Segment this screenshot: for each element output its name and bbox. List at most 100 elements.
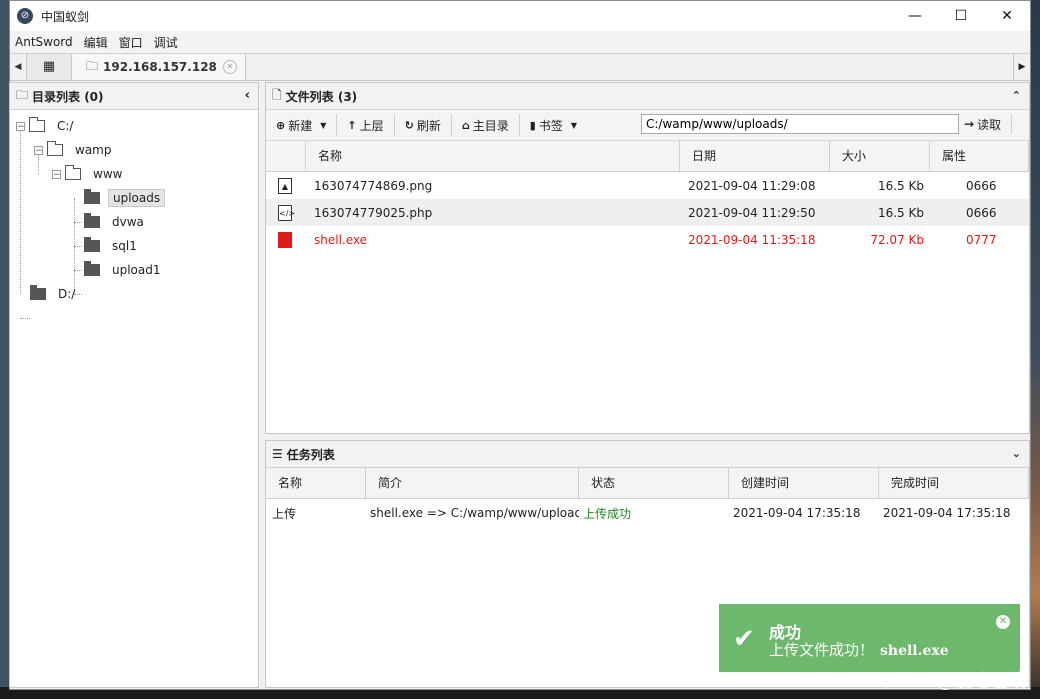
file-date: 2021-09-04 11:35:18 [688,232,816,247]
folder-icon: 🗀 [86,58,99,73]
refresh-button[interactable]: ↻ 刷新 [395,114,452,136]
checkmark-icon: ✔ [733,624,755,654]
file-date: 2021-09-04 11:29:08 [688,178,816,193]
task-name: 上传 [272,506,297,521]
tree-item-label: sql1 [112,239,137,253]
window-title: 中国蚁剑 [41,9,90,24]
toast-message-text: 上传文件成功！ [769,641,875,659]
task-col-name[interactable]: 名称 [266,468,366,498]
file-size: 16.5 Kb [877,205,924,220]
read-button-label: 读取 [977,117,1002,132]
file-col-date[interactable]: 日期 [680,141,830,171]
file-panel: 🗋 文件列表 (3) ⌃ ⊕ 新建 ▼ ↑ 上层 ↻ 刷新 ⌂ 主目录 ▮ 书签… [265,82,1030,434]
file-size: 16.5 Kb [877,178,924,193]
read-button[interactable]: → 读取 [954,114,1013,134]
tree-item-wamp[interactable]: − wamp [34,140,115,160]
tree-item-label: www [93,167,123,181]
refresh-button-label: 刷新 [416,118,441,133]
file-toolbar: ⊕ 新建 ▼ ↑ 上层 ↻ 刷新 ⌂ 主目录 ▮ 书签 ▼ → 读取 [266,110,1029,141]
tree-connector [74,270,82,271]
code-file-icon: </> [278,204,295,221]
up-button[interactable]: ↑ 上层 [337,114,395,136]
collapse-down-icon[interactable]: ⌄ [1012,441,1021,467]
folder-icon [84,237,100,252]
folder-open-icon [29,117,45,132]
tree-item-uploads[interactable]: uploads [84,188,166,208]
task-status: 上传成功 [583,506,632,521]
directory-panel-header: 🗀 目录列表 (0) ‹ [10,83,258,110]
tree-connector [74,222,82,223]
collapse-up-icon[interactable]: ⌃ [1012,83,1021,109]
tab-close-icon[interactable]: ✕ [222,60,237,74]
menu-window[interactable]: 窗口 [114,34,149,51]
collapse-toggle-icon[interactable]: − [16,121,25,131]
title-bar[interactable]: ⊘ 中国蚁剑 — ☐ ✕ [10,1,1030,31]
up-button-label: 上层 [359,118,384,133]
tree-item-d[interactable]: D:/ [30,284,79,304]
folder-icon [30,285,46,300]
tree-item-www[interactable]: − www [52,164,126,184]
file-col-size[interactable]: 大小 [830,141,930,171]
tree-item-upload1[interactable]: upload1 [84,260,165,280]
success-toast: ✔ 成功 上传文件成功！ shell.exe ✕ [719,604,1020,672]
toast-close-icon[interactable]: ✕ [996,615,1010,629]
tab-scroll-left-icon[interactable]: ◀ [10,54,26,80]
collapse-toggle-icon[interactable]: − [52,169,61,179]
directory-panel-title: 目录列表 (0) [32,89,104,104]
file-date: 2021-09-04 11:29:50 [688,205,816,220]
file-row[interactable]: </> 163074779025.php 2021-09-04 11:29:50… [266,199,1029,226]
bookmark-button[interactable]: ▮ 书签 ▼ [520,114,587,136]
tree-item-label: upload1 [112,263,161,277]
collapse-left-icon[interactable]: ‹ [245,83,250,109]
tree-item-c[interactable]: − C:/ [16,116,77,136]
close-window-button[interactable]: ✕ [984,1,1030,31]
file-name: shell.exe [314,232,368,247]
maximize-button[interactable]: ☐ [938,1,984,31]
task-grid-header: 名称 简介 状态 创建时间 完成时间 [266,468,1029,499]
new-button-label: 新建 [288,118,313,133]
file-name: 163074774869.png [314,178,433,193]
task-col-status[interactable]: 状态 [579,468,729,498]
home-button-label: 主目录 [472,118,509,133]
file-row[interactable]: ▲ 163074774869.png 2021-09-04 11:29:08 1… [266,172,1029,199]
minimize-button[interactable]: — [892,1,938,31]
task-panel-title: 任务列表 [286,447,335,462]
task-col-desc[interactable]: 简介 [366,468,579,498]
refresh-icon: ↻ [404,118,414,132]
tree-item-label: C:/ [57,119,74,133]
caret-down-icon: ▼ [570,120,577,130]
grid-icon[interactable]: ▦ [26,54,72,80]
tab-scroll-right-icon[interactable]: ▶ [1013,54,1030,80]
tree-item-sql1[interactable]: sql1 [84,236,141,256]
tree-item-label: uploads [108,189,166,207]
tab-host[interactable]: 🗀 192.168.157.128 ✕ [72,54,246,80]
path-input[interactable] [641,114,959,134]
menu-antsword[interactable]: AntSword [10,35,79,49]
task-col-finished[interactable]: 完成时间 [879,468,1029,498]
task-desc: shell.exe => C:/wamp/www/uploads/ [370,506,579,520]
new-button[interactable]: ⊕ 新建 ▼ [266,114,338,136]
list-icon: ☰ [272,447,283,461]
plus-circle-icon: ⊕ [276,118,286,132]
tree-item-label: wamp [75,143,112,157]
task-finished: 2021-09-04 17:35:18 [883,506,1011,520]
file-row[interactable]: shell.exe 2021-09-04 11:35:18 72.07 Kb 0… [266,226,1029,253]
tree-item-dvwa[interactable]: dvwa [84,212,148,232]
file-col-name[interactable]: 名称 [306,141,680,171]
tree-item-label: D:/ [58,287,76,301]
collapse-toggle-icon[interactable]: − [34,145,43,155]
directory-panel: 🗀 目录列表 (0) ‹ − C:/ − wamp − www uploads … [9,82,259,688]
caret-down-icon: ▼ [320,120,327,130]
image-file-icon: ▲ [278,177,292,194]
task-col-created[interactable]: 创建时间 [729,468,879,498]
menu-debug[interactable]: 调试 [149,34,184,51]
arrow-right-icon: → [964,117,975,131]
menu-edit[interactable]: 编辑 [79,34,114,51]
file-perm: 0666 [966,178,997,193]
home-button[interactable]: ⌂ 主目录 [452,114,520,136]
file-col-attr[interactable]: 属性 [930,141,1029,171]
file-panel-header: 🗋 文件列表 (3) ⌃ [266,83,1029,110]
toast-message: 上传文件成功！ shell.exe [769,639,949,660]
task-created: 2021-09-04 17:35:18 [733,506,861,520]
task-row[interactable]: 上传 shell.exe => C:/wamp/www/uploads/ 上传成… [266,499,1029,527]
